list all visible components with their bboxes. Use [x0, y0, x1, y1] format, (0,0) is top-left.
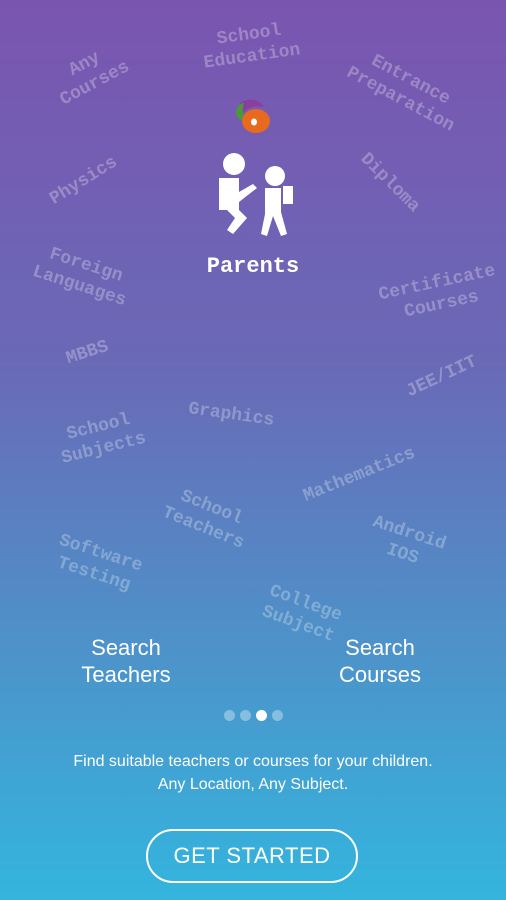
tagline: Find suitable teachers or courses for yo…: [0, 750, 506, 796]
bg-word-jee-iit: JEE/IIT: [403, 351, 481, 403]
search-courses-button[interactable]: Search Courses: [300, 634, 460, 688]
page-indicator: [0, 710, 506, 721]
bg-word-school-education: School Education: [202, 20, 302, 74]
page-dot-3[interactable]: [255, 710, 267, 721]
bg-word-diploma: Diploma: [356, 149, 424, 217]
bg-word-school-subjects: School Subjects: [59, 409, 149, 469]
tagline-line-1: Find suitable teachers or courses for yo…: [73, 753, 433, 770]
page-dot-4[interactable]: [271, 710, 283, 721]
app-logo-icon: [236, 99, 270, 133]
tagline-line-2: Any Location, Any Subject.: [157, 776, 349, 793]
bg-word-android-ios: Android IOS: [370, 512, 449, 569]
bg-word-any-courses: Any Courses: [56, 47, 134, 111]
bg-word-entrance-preparation: Entrance Preparation: [343, 51, 458, 137]
hero-title: Parents: [206, 254, 300, 279]
page-dot-2[interactable]: [239, 710, 251, 721]
page-dot-1[interactable]: [223, 710, 235, 721]
parents-icon: [219, 153, 293, 236]
get-started-button[interactable]: GET STARTED: [146, 829, 358, 883]
bg-word-physics: Physics: [46, 152, 122, 210]
bg-word-mathematics: Mathematics: [300, 443, 419, 507]
bg-word-mbbs: MBBS: [63, 336, 112, 370]
bg-word-software-testing: Software Testing: [54, 530, 145, 596]
bg-word-graphics: Graphics: [187, 399, 276, 431]
bg-word-school-teachers: School Teachers: [159, 486, 247, 554]
search-teachers-button[interactable]: Search Teachers: [46, 634, 206, 688]
